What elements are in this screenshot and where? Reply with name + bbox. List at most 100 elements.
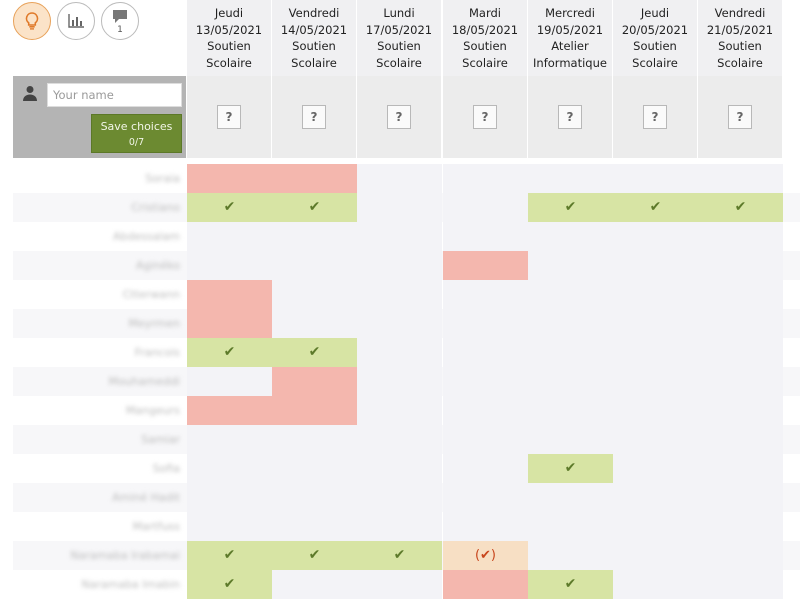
column-title2: Informatique: [533, 55, 607, 70]
vote-cell-empty: [528, 367, 613, 396]
vote-cell-empty: [698, 367, 783, 396]
date-column-header: Lundi 17/05/2021 Soutien Scolaire: [357, 0, 441, 76]
participant-row: Cristiano ✔ ✔ ✔ ✔ ✔: [13, 193, 800, 222]
vote-cell-empty: [698, 483, 783, 512]
lightbulb-toggle-button[interactable]: [13, 2, 51, 40]
comments-toggle-button[interactable]: 1: [101, 2, 139, 40]
vote-cell-empty: [272, 309, 357, 338]
participant-row: Mouhameddi: [13, 367, 800, 396]
vote-cell-empty: [443, 425, 528, 454]
date-column-header: Vendredi 21/05/2021 Soutien Scolaire: [698, 0, 782, 76]
vote-cell-empty: [698, 425, 783, 454]
participant-row: Naramaba Imabin ✔ ✔: [13, 570, 800, 599]
vote-cell-empty: [357, 164, 442, 193]
vote-cell-no: [443, 570, 528, 599]
choice-toggle-button[interactable]: ?: [473, 105, 497, 129]
participant-name[interactable]: Soraia: [13, 164, 186, 193]
participant-name[interactable]: Francois: [13, 338, 186, 367]
vote-cell-empty: [272, 425, 357, 454]
vote-cell-empty: [272, 483, 357, 512]
participant-name[interactable]: Samiar: [13, 425, 186, 454]
vote-cell-no: [187, 396, 272, 425]
participant-name[interactable]: Aminé Hadit: [13, 483, 186, 512]
vote-cell-empty: [443, 309, 528, 338]
column-day: Jeudi: [640, 6, 670, 20]
date-column-header: Mardi 18/05/2021 Soutien Scolaire: [443, 0, 527, 76]
vote-cell-empty: [357, 454, 442, 483]
column-title1: Soutien: [718, 39, 762, 53]
participant-name[interactable]: Mouhameddi: [13, 367, 186, 396]
participant-name[interactable]: Naramaba Imabin: [13, 570, 186, 599]
vote-cell-empty: [187, 222, 272, 251]
chart-toggle-button[interactable]: [57, 2, 95, 40]
vote-cell-empty: [357, 367, 442, 396]
vote-cell-empty: [187, 454, 272, 483]
vote-cell-empty: [613, 512, 698, 541]
vote-cell-yes: ✔: [187, 570, 272, 599]
column-title2: Scolaire: [717, 55, 763, 70]
vote-cell-empty: [528, 338, 613, 367]
choice-toggle-button[interactable]: ?: [387, 105, 411, 129]
participant-name[interactable]: Ctterwann: [13, 280, 186, 309]
vote-cell-empty: [528, 222, 613, 251]
vote-cell-empty: [187, 483, 272, 512]
vote-cell-empty: [528, 483, 613, 512]
choice-toggle-button[interactable]: ?: [728, 105, 752, 129]
participant-row: Meyrmen: [13, 309, 800, 338]
save-choices-count: 0/7: [128, 136, 145, 148]
vote-cell-yes: ✔: [272, 338, 357, 367]
vote-cell-empty: [443, 338, 528, 367]
participant-name[interactable]: Naramaba Irabamai: [13, 541, 186, 570]
participant-name[interactable]: Abdessalam: [13, 222, 186, 251]
column-title2: Scolaire: [376, 55, 422, 70]
vote-cell-empty: [357, 512, 442, 541]
vote-cell-yes: ✔: [528, 454, 613, 483]
save-choices-button[interactable]: Save choices 0/7: [91, 114, 182, 153]
comment-icon: [113, 9, 127, 23]
participant-name[interactable]: Sofia: [13, 454, 186, 483]
vote-cell-no: [272, 396, 357, 425]
vote-cell-empty: [698, 396, 783, 425]
vote-cell-empty: [528, 280, 613, 309]
participant-name[interactable]: Martfuss: [13, 512, 186, 541]
participant-row: Aminé Hadit: [13, 483, 800, 512]
vote-cell-empty: [698, 570, 783, 599]
choice-cell: ?: [357, 76, 441, 158]
choice-toggle-button[interactable]: ?: [302, 105, 326, 129]
participant-name[interactable]: Meyrmen: [13, 309, 186, 338]
name-panel: Save choices 0/7: [13, 76, 186, 158]
vote-cell-empty: [613, 309, 698, 338]
vote-cell-empty: [272, 570, 357, 599]
vote-cell-empty: [187, 512, 272, 541]
vote-cell-no: [443, 251, 528, 280]
vote-cell-no: [187, 309, 272, 338]
choice-toggle-button[interactable]: ?: [643, 105, 667, 129]
column-day: Mardi: [469, 6, 501, 20]
vote-cell-empty: [698, 338, 783, 367]
name-input[interactable]: [47, 83, 182, 107]
vote-cell-empty: [528, 251, 613, 280]
choice-cell: ?: [698, 76, 782, 158]
vote-cell-empty: [187, 425, 272, 454]
vote-cell-empty: [187, 367, 272, 396]
vote-cell-yes: ✔: [187, 338, 272, 367]
vote-cell-yes: ✔: [357, 541, 442, 570]
date-column-header: Mercredi 19/05/2021 Atelier Informatique: [528, 0, 612, 76]
choice-cell: ?: [443, 76, 527, 158]
choice-toggle-button[interactable]: ?: [217, 105, 241, 129]
vote-cell-empty: [443, 512, 528, 541]
participant-name[interactable]: Mangeurs: [13, 396, 186, 425]
vote-cell-empty: [357, 280, 442, 309]
column-title1: Soutien: [292, 39, 336, 53]
save-choices-label: Save choices: [100, 119, 173, 133]
column-date: 13/05/2021: [195, 22, 263, 37]
participant-row: Ctterwann: [13, 280, 800, 309]
participant-name[interactable]: Aginéko: [13, 251, 186, 280]
vote-cell-no: [272, 164, 357, 193]
date-column-header: Jeudi 20/05/2021 Soutien Scolaire: [613, 0, 697, 76]
choice-toggle-button[interactable]: ?: [558, 105, 582, 129]
vote-cell-empty: [272, 251, 357, 280]
column-day: Lundi: [383, 6, 415, 20]
column-day: Vendredi: [714, 6, 766, 20]
participant-name[interactable]: Cristiano: [13, 193, 186, 222]
